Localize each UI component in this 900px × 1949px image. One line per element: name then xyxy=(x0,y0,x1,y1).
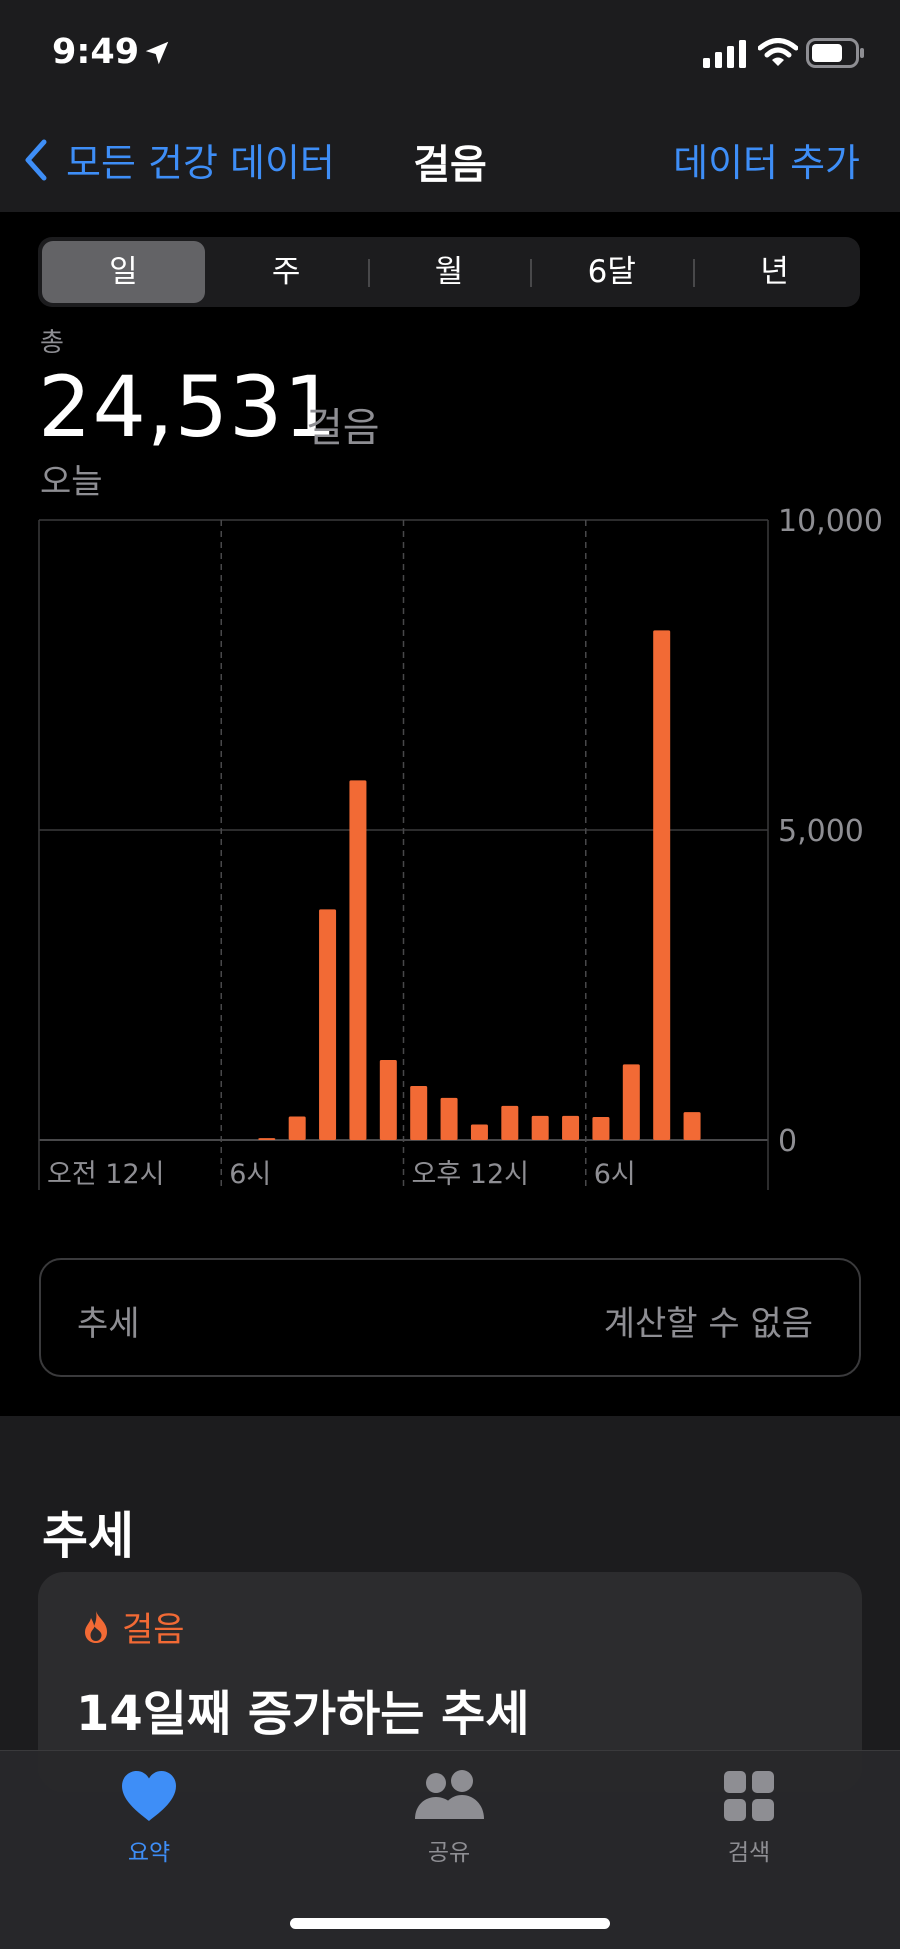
add-data-button[interactable]: 데이터 추가 xyxy=(673,132,860,187)
bar-hour-17 xyxy=(562,1115,580,1140)
grid-icon xyxy=(724,1771,774,1821)
total-label: 총 xyxy=(40,328,64,358)
total-steps-unit: 걸음 xyxy=(306,405,380,451)
bar-hour-18 xyxy=(592,1117,610,1140)
bar-hour-15 xyxy=(501,1105,519,1140)
x-tick-label: 오전 12시 xyxy=(47,1159,164,1190)
tab-sharing-label: 공유 xyxy=(427,1840,471,1866)
bar-hour-14 xyxy=(470,1124,488,1140)
period-segmented-control: 일 주 월 6달 년 xyxy=(38,237,860,307)
flame-icon xyxy=(85,1610,107,1643)
bar-hour-16 xyxy=(531,1115,549,1140)
home-indicator xyxy=(290,1918,610,1929)
bar-hour-12 xyxy=(410,1086,428,1140)
bar-hour-19 xyxy=(622,1064,640,1140)
trend-row-label: 추세 xyxy=(77,1304,140,1344)
summary-date: 오늘 xyxy=(40,462,103,502)
bar-hour-10 xyxy=(349,780,367,1140)
segment-6-months[interactable]: 6달 xyxy=(530,241,693,303)
x-tick-label: 6시 xyxy=(229,1159,271,1190)
tab-summary-label: 요약 xyxy=(127,1840,171,1866)
tab-browse-label: 검색 xyxy=(727,1840,771,1866)
x-tick-label: 6시 xyxy=(594,1159,636,1190)
bar-hour-20 xyxy=(653,630,671,1140)
trends-section-title: 추세 xyxy=(42,1507,134,1565)
bar-hour-8 xyxy=(288,1116,306,1140)
navigation-bar: 모든 건강 데이터 걸음 데이터 추가 xyxy=(0,120,900,192)
trend-row-value: 계산할 수 없음 xyxy=(603,1304,813,1344)
people-icon xyxy=(415,1770,484,1819)
segment-day[interactable]: 일 xyxy=(42,241,205,303)
segment-year[interactable]: 년 xyxy=(693,241,856,303)
status-bar: 9:49 xyxy=(0,0,900,110)
steps-bar-chart[interactable]: 10,000 5,000 0 오전 12시 6시 오후 12시 6시 xyxy=(0,500,900,1200)
status-time: 9:49 xyxy=(52,32,140,72)
bar-hour-11 xyxy=(379,1060,397,1140)
trend-card-category: 걸음 xyxy=(122,1610,185,1650)
y-tick-label: 10,000 xyxy=(778,504,883,539)
bar-hour-21 xyxy=(683,1112,701,1140)
bar-hour-7 xyxy=(258,1138,276,1140)
wifi-icon xyxy=(758,38,798,66)
tab-browse[interactable]: 검색 xyxy=(669,1769,829,1867)
x-tick-label: 오후 12시 xyxy=(412,1159,529,1190)
bar-hour-9 xyxy=(319,909,337,1140)
trend-card-text: 14일째 증가하는 추세 xyxy=(76,1686,530,1742)
bar-hour-13 xyxy=(440,1097,458,1140)
trend-card-header: 걸음 xyxy=(82,1602,185,1651)
segment-week[interactable]: 주 xyxy=(205,241,368,303)
y-tick-label: 0 xyxy=(778,1124,797,1159)
total-steps-value: 24,531 xyxy=(38,358,338,456)
trend-row[interactable]: 추세 계산할 수 없음 xyxy=(39,1258,861,1377)
cellular-signal-icon xyxy=(703,40,746,68)
tab-summary[interactable]: 요약 xyxy=(69,1769,229,1867)
battery-icon xyxy=(806,38,864,68)
heart-icon xyxy=(122,1771,176,1821)
segment-month[interactable]: 월 xyxy=(367,241,531,303)
location-arrow-icon xyxy=(145,41,169,65)
top-header: 9:49 모든 건강 데이터 걸음 데이터 추가 xyxy=(0,0,900,212)
y-tick-label: 5,000 xyxy=(778,814,864,849)
tab-sharing[interactable]: 공유 xyxy=(369,1769,529,1867)
